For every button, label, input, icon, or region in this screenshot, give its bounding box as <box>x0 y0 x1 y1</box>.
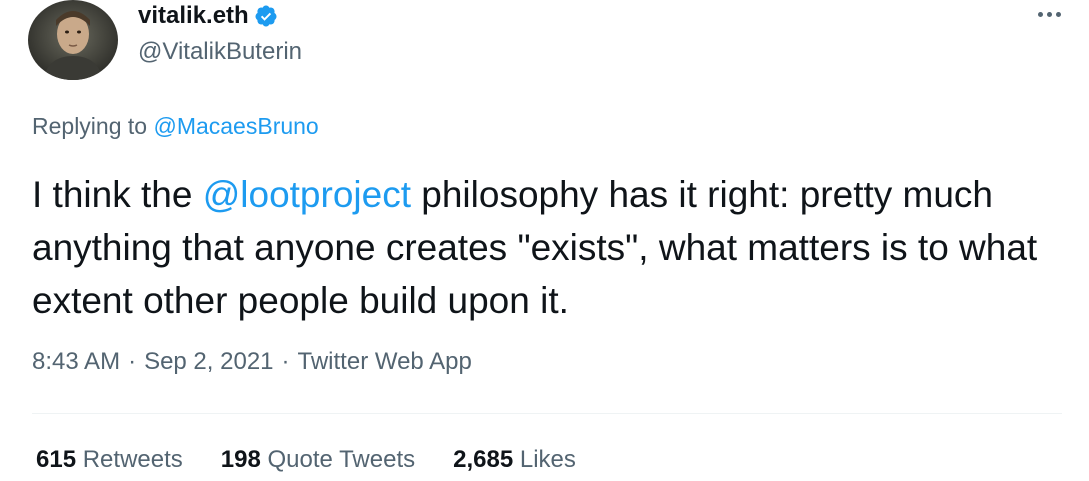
author-name-row: vitalik.eth <box>138 0 278 32</box>
replying-to-handle-link[interactable]: @MacaesBruno <box>153 113 318 139</box>
verified-badge-icon <box>254 4 278 28</box>
engagement-stats: 615 Retweets 198 Quote Tweets 2,685 Like… <box>36 446 576 474</box>
tweet-text-before: I think the <box>32 174 203 215</box>
divider <box>32 413 1062 414</box>
author-display-name[interactable]: vitalik.eth <box>138 2 249 30</box>
more-dot <box>1047 11 1052 17</box>
tweet-date[interactable]: Sep 2, 2021 <box>144 348 273 375</box>
meta-separator: · <box>281 348 290 375</box>
tweet-card: vitalik.eth @VitalikButerin Replying to … <box>0 0 1089 481</box>
author-handle[interactable]: @VitalikButerin <box>138 38 302 66</box>
meta-separator: · <box>128 348 137 375</box>
mention-link[interactable]: @lootproject <box>203 174 411 215</box>
replying-to-prefix: Replying to <box>32 113 154 139</box>
more-dot <box>1056 11 1061 17</box>
tweet-meta: 8:43 AM · Sep 2, 2021 · Twitter Web App <box>32 348 472 376</box>
likes-stat[interactable]: 2,685 Likes <box>453 446 576 474</box>
more-options-icon[interactable] <box>1021 2 1061 26</box>
quote-tweets-count: 198 <box>220 446 261 473</box>
quote-tweets-stat[interactable]: 198 Quote Tweets <box>221 446 415 474</box>
tweet-time[interactable]: 8:43 AM <box>32 348 120 375</box>
retweets-stat[interactable]: 615 Retweets <box>36 446 183 474</box>
tweet-source[interactable]: Twitter Web App <box>298 348 472 375</box>
likes-label: Likes <box>519 446 576 473</box>
tweet-text: I think the @lootproject philosophy has … <box>32 168 1062 327</box>
replying-to: Replying to @MacaesBruno <box>32 113 319 140</box>
more-dot <box>1038 11 1043 17</box>
avatar-image <box>28 0 118 80</box>
quote-tweets-label: Quote Tweets <box>267 446 416 473</box>
avatar[interactable] <box>28 0 118 80</box>
likes-count: 2,685 <box>453 446 514 473</box>
retweets-count: 615 <box>36 446 77 473</box>
retweets-label: Retweets <box>82 446 183 473</box>
